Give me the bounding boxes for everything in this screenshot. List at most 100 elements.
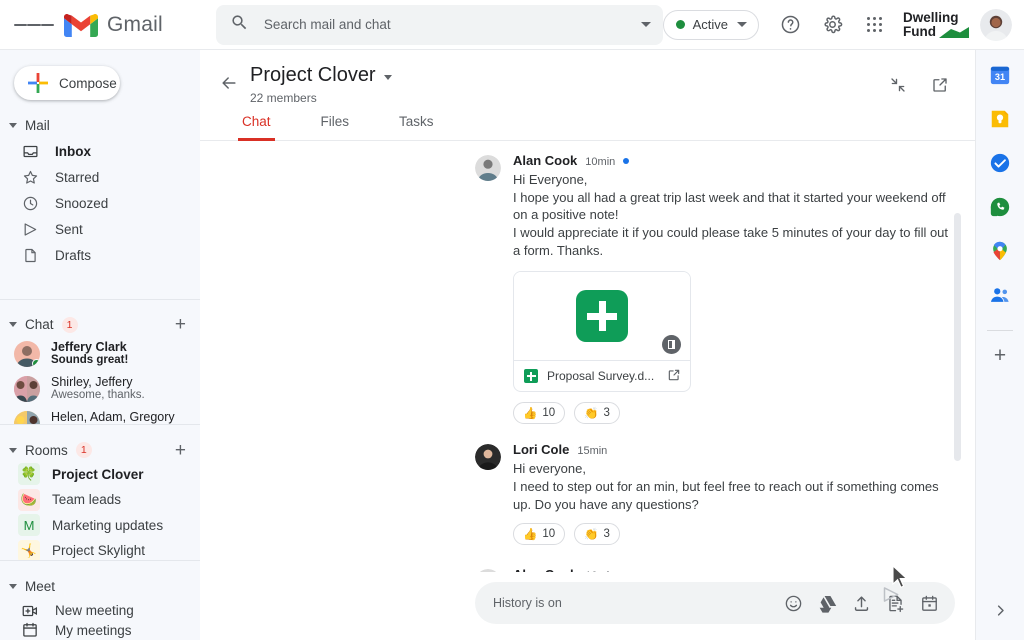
- list-item[interactable]: Jeffery Clark Sounds great!: [0, 336, 190, 371]
- sidebar-item-inbox[interactable]: Inbox: [0, 139, 188, 165]
- top-bar-actions: Active Dwelling Fund: [662, 6, 1012, 44]
- sidebar-item-new-meeting[interactable]: New meeting: [0, 601, 188, 620]
- clap-reaction[interactable]: 👏 3: [574, 523, 620, 546]
- message-header: Alan Cook 10min: [513, 567, 720, 572]
- room-label: Team leads: [52, 492, 122, 508]
- sidebar-item-my-meetings[interactable]: My meetings: [0, 621, 188, 640]
- google-calendar-icon[interactable]: 31: [987, 62, 1013, 88]
- attachment-name: Proposal Survey.d...: [547, 369, 655, 384]
- calendar-invite-icon[interactable]: [919, 593, 939, 613]
- avatar[interactable]: [980, 8, 1012, 41]
- gmail-wordmark: Gmail: [107, 12, 163, 36]
- sidebar-section-chat[interactable]: Chat 1 +: [0, 314, 200, 336]
- sidebar-section-rooms[interactable]: Rooms 1 +: [0, 439, 200, 461]
- reaction-bar: 👍 10 👏 3: [513, 402, 955, 425]
- avatar: [14, 340, 40, 367]
- google-maps-icon[interactable]: [987, 238, 1013, 264]
- search-input[interactable]: [263, 17, 641, 32]
- search-bar[interactable]: [215, 4, 663, 45]
- reaction-emoji: 👍: [523, 529, 538, 542]
- tab-chat[interactable]: Chat: [238, 114, 275, 141]
- reaction-emoji: 👏: [584, 408, 599, 421]
- page-layout-icon: [662, 335, 681, 355]
- sidebar-item-drafts[interactable]: Drafts: [0, 243, 188, 269]
- room-tabs: Chat Files Tasks: [200, 113, 975, 141]
- room-header: Project Clover 22 members: [200, 50, 975, 105]
- sidebar-section-mail-label: Mail: [25, 117, 50, 133]
- tab-files[interactable]: Files: [317, 114, 354, 141]
- letter-m-icon: M: [18, 514, 40, 537]
- hamburger-menu-icon[interactable]: [14, 5, 54, 45]
- gmail-logo[interactable]: Gmail: [64, 12, 163, 38]
- send-icon: [21, 221, 39, 239]
- google-tasks-icon[interactable]: [987, 150, 1013, 176]
- add-app-plus-icon[interactable]: +: [994, 345, 1006, 366]
- help-circle-icon[interactable]: [771, 6, 809, 44]
- google-keep-icon[interactable]: [987, 106, 1013, 132]
- add-room-plus-icon[interactable]: +: [175, 441, 186, 460]
- sidebar-item-project-skylight[interactable]: 🤸 Project Skylight: [0, 538, 190, 560]
- google-drive-icon[interactable]: [817, 593, 837, 613]
- sidebar-item-snoozed[interactable]: Snoozed: [0, 191, 188, 217]
- message-header: Lori Cole 15min: [513, 442, 955, 457]
- search-options-chevron-down-icon[interactable]: [640, 22, 651, 27]
- clap-reaction[interactable]: 👏 3: [574, 402, 620, 425]
- contacts-icon[interactable]: [987, 282, 1013, 308]
- room-title-dropdown[interactable]: Project Clover: [250, 64, 392, 87]
- inbox-icon: [21, 143, 39, 161]
- sidebar-item-project-clover[interactable]: 🍀 Project Clover: [0, 461, 190, 487]
- message-scrollbar[interactable]: [954, 213, 961, 461]
- back-arrow-icon[interactable]: [214, 68, 244, 98]
- open-in-new-icon[interactable]: [921, 66, 959, 104]
- sidebar-item-marketing-updates[interactable]: M Marketing updates: [0, 512, 190, 538]
- reaction-count: 3: [603, 528, 610, 541]
- apps-grid-icon[interactable]: [855, 6, 893, 44]
- draft-icon: [21, 247, 39, 265]
- brand-logo-icon: [939, 27, 969, 39]
- chat-panel: Project Clover 22 members Chat Files Tas…: [200, 50, 975, 640]
- thumbs-up-reaction[interactable]: 👍 10: [513, 402, 566, 425]
- sidebar-section-meet-label: Meet: [25, 578, 56, 594]
- sidebar-item-team-leads[interactable]: 🍉 Team leads: [0, 487, 190, 513]
- chevron-down-icon: [383, 75, 392, 80]
- rooms-unread-badge: 1: [75, 442, 92, 459]
- message-input[interactable]: [493, 596, 783, 610]
- status-badge[interactable]: Active: [662, 9, 759, 40]
- send-message-button[interactable]: [877, 580, 905, 608]
- page-title: Project Clover: [250, 64, 376, 86]
- message: Lori Cole 15min Hi everyone, I need to s…: [200, 442, 975, 546]
- sidebar-section-meet[interactable]: Meet: [0, 575, 200, 597]
- sidebar-section-mail[interactable]: Mail: [0, 114, 200, 136]
- sidebar-item-sent[interactable]: Sent: [0, 217, 188, 243]
- emoji-icon[interactable]: [783, 593, 803, 613]
- google-voice-icon[interactable]: [987, 194, 1013, 220]
- room-header-actions: [879, 66, 959, 104]
- thumbs-up-reaction[interactable]: 👍 10: [513, 523, 566, 546]
- chevron-down-icon: [9, 447, 17, 453]
- message-author: Alan Cook: [513, 153, 578, 168]
- composer-actions: [783, 593, 939, 613]
- chevron-down-icon: [9, 322, 17, 328]
- list-item[interactable]: Helen, Adam, Gregory Can we reschedule t…: [0, 406, 190, 425]
- message-timestamp: 15min: [577, 445, 608, 458]
- collapse-icon[interactable]: [879, 66, 917, 104]
- open-in-new-icon[interactable]: [667, 368, 681, 385]
- attachment-footer: Proposal Survey.d...: [514, 360, 690, 391]
- search-icon: [230, 13, 249, 37]
- attachment-card[interactable]: Proposal Survey.d...: [513, 271, 691, 393]
- sidebar-item-label: Starred: [55, 170, 100, 186]
- reaction-bar: 👍 10 👏 3: [513, 523, 955, 546]
- tab-tasks[interactable]: Tasks: [395, 114, 438, 141]
- compose-button[interactable]: Compose: [14, 66, 120, 101]
- chevron-right-icon[interactable]: [993, 603, 1008, 622]
- sidebar-item-starred[interactable]: Starred: [0, 165, 188, 191]
- gear-icon[interactable]: [813, 6, 851, 44]
- list-item[interactable]: Shirley, Jeffery Awesome, thanks.: [0, 371, 190, 406]
- message-timestamp: 10min: [585, 570, 615, 572]
- online-status-icon: [32, 358, 40, 367]
- add-chat-plus-icon[interactable]: +: [175, 315, 186, 334]
- room-label: Project Clover: [52, 466, 144, 482]
- avatar: [475, 155, 501, 181]
- message-timestamp: 10min: [585, 156, 616, 168]
- upload-file-icon[interactable]: [851, 593, 871, 613]
